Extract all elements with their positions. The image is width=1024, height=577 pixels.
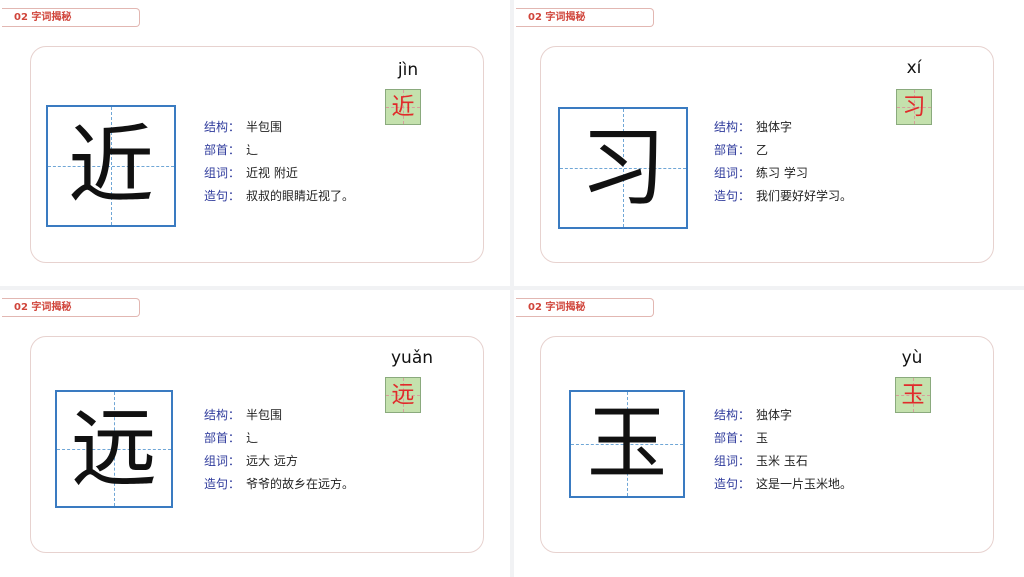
sentence-label: 造句：: [714, 477, 751, 491]
section-tag: 02 字词揭秘: [516, 8, 654, 27]
slide-panel-xi[interactable]: 02 字词揭秘 习 结构： 独体字 部首： 乙 组词： 练习 学习 造句： 我们要好好学…: [514, 0, 1024, 286]
small-character-box: 玉: [895, 377, 931, 413]
structure-value: 独体字: [756, 408, 793, 422]
structure-label: 结构：: [204, 408, 241, 422]
words-value: 远大 远方: [246, 454, 298, 468]
pinyin-text: yù: [901, 348, 923, 368]
section-tag: 02 字词揭秘: [2, 8, 140, 27]
sentence-value: 叔叔的眼睛近视了。: [246, 189, 355, 203]
radical-row: 部首： 玉: [714, 427, 852, 450]
radical-label: 部首：: [714, 143, 751, 157]
small-character: 远: [391, 382, 415, 408]
large-character: 近: [68, 116, 154, 216]
structure-label: 结构：: [204, 120, 241, 134]
radical-row: 部首： 乙: [714, 139, 852, 162]
words-row: 组词： 近视 附近: [204, 162, 354, 185]
sentence-row: 造句： 叔叔的眼睛近视了。: [204, 185, 354, 208]
pinyin-text: jìn: [397, 60, 419, 80]
large-character: 习: [580, 118, 666, 218]
small-character: 习: [902, 94, 926, 120]
structure-value: 独体字: [756, 120, 793, 134]
writing-grid: 习: [558, 107, 688, 229]
radical-label: 部首：: [204, 431, 241, 445]
radical-value: 辶: [246, 143, 259, 157]
words-row: 组词： 玉米 玉石: [714, 450, 852, 473]
radical-value: 玉: [756, 431, 769, 445]
words-value: 玉米 玉石: [756, 454, 808, 468]
small-character-box: 近: [385, 89, 421, 125]
radical-label: 部首：: [204, 143, 241, 157]
structure-row: 结构： 独体字: [714, 404, 852, 427]
character-info: 结构： 半包围 部首： 辶 组词： 远大 远方 造句： 爷爷的故乡在远方。: [204, 404, 354, 496]
sentence-row: 造句： 我们要好好学习。: [714, 185, 852, 208]
words-label: 组词：: [714, 166, 751, 180]
large-character: 远: [71, 399, 157, 499]
sentence-value: 我们要好好学习。: [756, 189, 853, 203]
structure-row: 结构： 半包围: [204, 116, 354, 139]
words-row: 组词： 远大 远方: [204, 450, 354, 473]
slide-panel-yu[interactable]: 02 字词揭秘 玉 结构： 独体字 部首： 玉 组词： 玉米 玉石 造句： 这是一片玉米…: [514, 290, 1024, 576]
character-info: 结构： 独体字 部首： 乙 组词： 练习 学习 造句： 我们要好好学习。: [714, 116, 852, 208]
words-value: 近视 附近: [246, 166, 298, 180]
words-label: 组词：: [714, 454, 751, 468]
writing-grid: 玉: [569, 390, 685, 498]
structure-value: 半包围: [246, 120, 283, 134]
character-info: 结构： 独体字 部首： 玉 组词： 玉米 玉石 造句： 这是一片玉米地。: [714, 404, 852, 496]
sentence-row: 造句： 这是一片玉米地。: [714, 473, 852, 496]
radical-label: 部首：: [714, 431, 751, 445]
words-row: 组词： 练习 学习: [714, 162, 852, 185]
radical-row: 部首： 辶: [204, 139, 354, 162]
radical-row: 部首： 辶: [204, 427, 354, 450]
writing-grid: 远: [55, 390, 173, 508]
sentence-value: 爷爷的故乡在远方。: [246, 477, 355, 491]
radical-value: 辶: [246, 431, 259, 445]
sentence-row: 造句： 爷爷的故乡在远方。: [204, 473, 354, 496]
writing-grid: 近: [46, 105, 176, 227]
small-character-box: 远: [385, 377, 421, 413]
words-label: 组词：: [204, 454, 241, 468]
structure-label: 结构：: [714, 120, 751, 134]
slide-panel-jin[interactable]: 02 字词揭秘 近 结构： 半包围 部首： 辶 组词： 近视 附近 造句： 叔叔的眼睛近…: [0, 0, 510, 286]
section-tag: 02 字词揭秘: [2, 298, 140, 317]
small-character: 玉: [901, 382, 925, 408]
structure-row: 结构： 独体字: [714, 116, 852, 139]
large-character: 玉: [587, 397, 667, 490]
sentence-label: 造句：: [204, 477, 241, 491]
structure-row: 结构： 半包围: [204, 404, 354, 427]
slide-panel-yuan[interactable]: 02 字词揭秘 远 结构： 半包围 部首： 辶 组词： 远大 远方 造句： 爷爷的故乡在…: [0, 290, 510, 576]
small-character: 近: [391, 94, 415, 120]
structure-label: 结构：: [714, 408, 751, 422]
words-label: 组词：: [204, 166, 241, 180]
section-tag: 02 字词揭秘: [516, 298, 654, 317]
words-value: 练习 学习: [756, 166, 808, 180]
small-character-box: 习: [896, 89, 932, 125]
radical-value: 乙: [756, 143, 769, 157]
sentence-value: 这是一片玉米地。: [756, 477, 853, 491]
sentence-label: 造句：: [714, 189, 751, 203]
pinyin-text: yuǎn: [390, 348, 434, 368]
pinyin-text: xí: [906, 58, 922, 78]
sentence-label: 造句：: [204, 189, 241, 203]
structure-value: 半包围: [246, 408, 283, 422]
character-info: 结构： 半包围 部首： 辶 组词： 近视 附近 造句： 叔叔的眼睛近视了。: [204, 116, 354, 208]
